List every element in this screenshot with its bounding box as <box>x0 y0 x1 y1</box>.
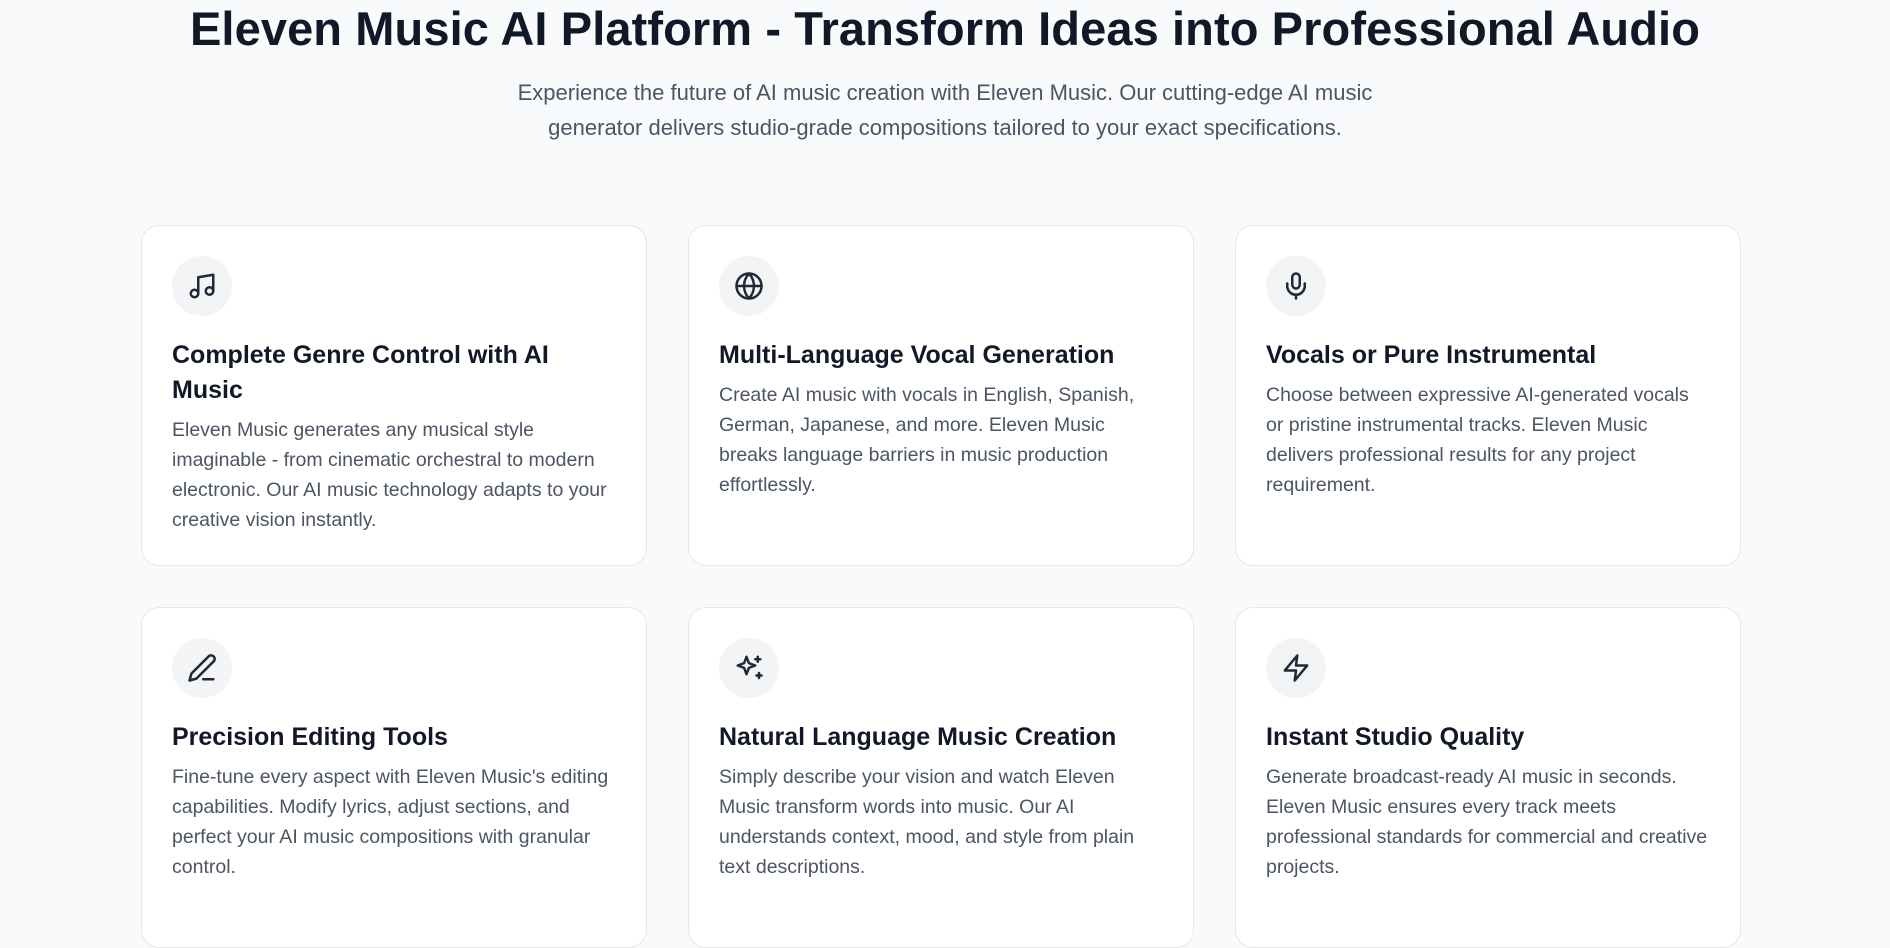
page-subtitle: Experience the future of AI music creati… <box>517 80 1373 140</box>
feature-description: Simply describe your vision and watch El… <box>719 766 1135 878</box>
feature-card-precision-editing: Precision Editing Tools Fine-tune every … <box>141 607 647 948</box>
feature-title: Multi-Language Vocal Generation <box>719 341 1115 369</box>
pen-icon <box>172 638 232 698</box>
feature-title: Precision Editing Tools <box>172 723 448 751</box>
feature-description: Create AI music with vocals in English, … <box>719 384 1135 496</box>
feature-description: Fine-tune every aspect with Eleven Music… <box>172 766 609 878</box>
feature-card-natural-language: Natural Language Music Creation Simply d… <box>688 607 1194 948</box>
sparkles-icon <box>719 638 779 698</box>
music-note-icon <box>172 256 232 316</box>
feature-title: Instant Studio Quality <box>1266 723 1525 751</box>
feature-card-genre-control: Complete Genre Control with AI Music Ele… <box>141 225 647 566</box>
globe-icon <box>719 256 779 316</box>
page-title: Eleven Music AI Platform - Transform Ide… <box>189 2 1701 55</box>
feature-title: Vocals or Pure Instrumental <box>1266 341 1597 369</box>
feature-title: Natural Language Music Creation <box>719 723 1117 751</box>
feature-card-multi-language: Multi-Language Vocal Generation Create A… <box>688 225 1194 566</box>
feature-card-studio-quality: Instant Studio Quality Generate broadcas… <box>1235 607 1741 948</box>
feature-description: Eleven Music generates any musical style… <box>172 419 607 531</box>
feature-description: Choose between expressive AI-generated v… <box>1266 384 1689 496</box>
lightning-icon <box>1266 638 1326 698</box>
feature-description: Generate broadcast-ready AI music in sec… <box>1266 766 1708 878</box>
feature-card-vocals-instrumental: Vocals or Pure Instrumental Choose betwe… <box>1235 225 1741 566</box>
features-grid: Complete Genre Control with AI Music Ele… <box>141 225 1741 948</box>
feature-title: Complete Genre Control with AI Music <box>172 341 549 404</box>
microphone-icon <box>1266 256 1326 316</box>
hero-section: Eleven Music AI Platform - Transform Ide… <box>0 0 1890 145</box>
